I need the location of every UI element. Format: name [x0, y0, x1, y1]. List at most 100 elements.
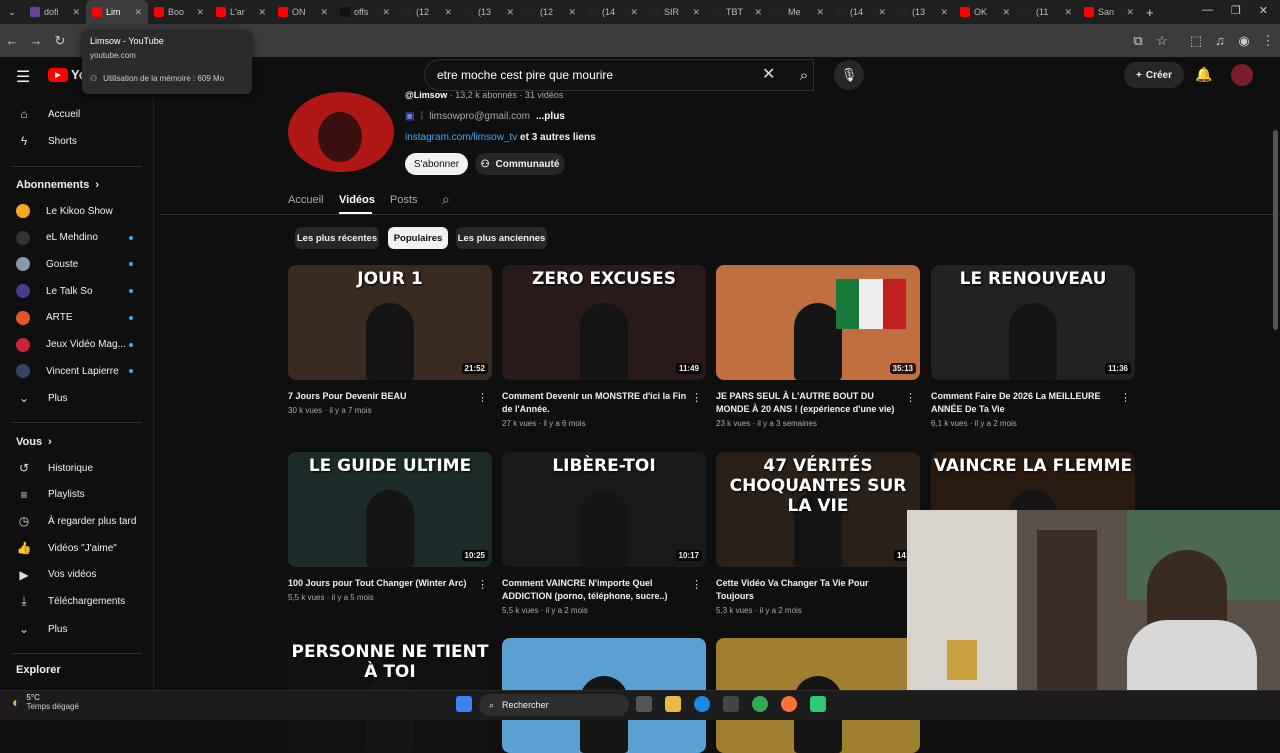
tab-close-icon[interactable]: ✕	[444, 7, 452, 18]
menu-hamburger-icon[interactable]: ☰	[16, 67, 30, 87]
video-options-icon[interactable]: ⋮	[691, 391, 702, 404]
tab-close-icon[interactable]: ✕	[1002, 7, 1010, 18]
sidebar-item[interactable]: ⌄ Plus	[0, 385, 154, 411]
tab-list-button[interactable]: ⌄	[0, 7, 24, 18]
subscriptions-heading[interactable]: Abonnements ›	[16, 179, 99, 191]
browser-tab[interactable]: (11 ✕	[1016, 0, 1078, 24]
video-options-icon[interactable]: ⋮	[691, 578, 702, 591]
browser-tab[interactable]: L'ar ✕	[210, 0, 272, 24]
tab-close-icon[interactable]: ✕	[258, 7, 266, 18]
sidebar-item[interactable]: Gouste	[0, 251, 154, 277]
microphone-icon[interactable]: 🎙	[834, 60, 864, 90]
tab-close-icon[interactable]: ✕	[816, 7, 824, 18]
sidebar-item[interactable]: 👍 Vidéos "J'aime"	[0, 535, 154, 561]
task-view-icon[interactable]	[636, 696, 652, 712]
you-heading[interactable]: Vous ›	[16, 436, 52, 448]
edge-icon[interactable]	[694, 696, 710, 712]
firefox-icon[interactable]	[781, 696, 797, 712]
video-card[interactable]: ZERO EXCUSES 11:49 Comment Devenir un MONS…	[502, 265, 706, 428]
tab-close-icon[interactable]: ✕	[754, 7, 762, 18]
community-button[interactable]: ⚇ Communauté	[475, 153, 565, 175]
bookmark-star-icon[interactable]: ☆	[1150, 33, 1174, 49]
tab-close-icon[interactable]: ✕	[940, 7, 948, 18]
video-thumbnail[interactable]: LIBÈRE-TOI 10:17	[502, 452, 706, 567]
video-options-icon[interactable]: ⋮	[477, 578, 488, 591]
video-thumbnail[interactable]: LE GUIDE ULTIME 10:25	[288, 452, 492, 567]
browser-tab[interactable]: TBT ✕	[706, 0, 768, 24]
chrome-icon[interactable]	[752, 696, 768, 712]
weather-widget[interactable]: ◐ 5°C Temps dégagé	[12, 693, 79, 711]
browser-tab[interactable]: (14 ✕	[830, 0, 892, 24]
chip-oldest[interactable]: Les plus anciennes	[456, 227, 547, 249]
tab-close-icon[interactable]: ✕	[568, 7, 576, 18]
video-options-icon[interactable]: ⋮	[905, 391, 916, 404]
video-card[interactable]: LIBÈRE-TOI 10:17 Comment VAINCRE N'importe…	[502, 452, 706, 615]
restore-icon[interactable]: ❐	[1231, 4, 1241, 17]
video-card[interactable]: LE GUIDE ULTIME 10:25 100 Jours pour Tout …	[288, 452, 492, 602]
install-app-icon[interactable]: ⧉	[1126, 33, 1150, 49]
browser-tab[interactable]: Me ✕	[768, 0, 830, 24]
chip-recent[interactable]: Les plus récentes	[295, 227, 379, 249]
tab-close-icon[interactable]: ✕	[382, 7, 390, 18]
tab-close-icon[interactable]: ✕	[320, 7, 328, 18]
video-title[interactable]: JE PARS SEUL À L'AUTRE BOUT DU MONDE À 2…	[716, 390, 920, 416]
sidebar-item[interactable]: Le Kikoo Show	[0, 198, 154, 224]
channel-search-icon[interactable]: ⌕	[442, 191, 450, 208]
tab-close-icon[interactable]: ✕	[196, 7, 204, 18]
clear-search-icon[interactable]: ✕	[762, 64, 775, 84]
browser-tab[interactable]: dofi ✕	[24, 0, 86, 24]
windows-start-icon[interactable]	[456, 696, 472, 712]
video-title[interactable]: Comment Devenir un MONSTRE d'ici la Fin …	[502, 390, 706, 416]
sidebar-item[interactable]: ⤓ Téléchargements	[0, 589, 154, 615]
sidebar-item[interactable]: ϟ Shorts	[0, 128, 154, 154]
sidebar-item[interactable]: eL Mehdino	[0, 225, 154, 251]
instagram-link[interactable]: instagram.com/limsow_tv	[405, 132, 517, 143]
tab-close-icon[interactable]: ✕	[878, 7, 886, 18]
taskbar-search[interactable]: ⌕ Rechercher	[479, 694, 629, 716]
sidebar-item[interactable]: Le Talk So	[0, 278, 154, 304]
chip-popular[interactable]: Populaires	[388, 227, 448, 249]
video-options-icon[interactable]: ⋮	[1120, 391, 1131, 404]
create-button[interactable]: + Créer	[1124, 62, 1184, 88]
video-title[interactable]: Cette Vidéo Va Changer Ta Vie Pour Toujo…	[716, 577, 920, 603]
browser-tab[interactable]: ON ✕	[272, 0, 334, 24]
video-card[interactable]: JOUR 1 21:52 7 Jours Pour Devenir BEAU 30 k…	[288, 265, 492, 415]
reload-icon[interactable]: ↻	[48, 33, 72, 49]
sidebar-item[interactable]: ⌄ Plus	[0, 616, 154, 642]
sidebar-item[interactable]: ≡ Playlists	[0, 482, 154, 508]
media-control-icon[interactable]: ♫	[1208, 33, 1232, 48]
video-thumbnail[interactable]: 47 VÉRITÉS CHOQUANTES SUR LA VIE 14:3	[716, 452, 920, 567]
other-links[interactable]: et 3 autres liens	[520, 132, 596, 143]
app-icon[interactable]	[810, 696, 826, 712]
browser-tab[interactable]: SIR ✕	[644, 0, 706, 24]
tab-close-icon[interactable]: ✕	[692, 7, 700, 18]
sidebar-item[interactable]: ▶ Vos vidéos	[0, 562, 154, 588]
browser-tab[interactable]: (13 ✕	[892, 0, 954, 24]
video-card[interactable]: 47 VÉRITÉS CHOQUANTES SUR LA VIE 14:3 Cett…	[716, 452, 920, 615]
browser-tab[interactable]: Boo ✕	[148, 0, 210, 24]
back-icon[interactable]: ←	[0, 33, 24, 48]
tab-close-icon[interactable]: ✕	[506, 7, 514, 18]
sidebar-item[interactable]: ARTE	[0, 305, 154, 331]
account-avatar[interactable]	[1231, 64, 1253, 86]
video-thumbnail[interactable]: 35:13	[716, 265, 920, 380]
video-title[interactable]: 7 Jours Pour Devenir BEAU	[288, 390, 492, 403]
minimize-icon[interactable]: —	[1202, 4, 1213, 17]
browser-tab[interactable]: (13 ✕	[458, 0, 520, 24]
browser-tab[interactable]: (12 ✕	[396, 0, 458, 24]
file-explorer-icon[interactable]	[665, 696, 681, 712]
browser-tab[interactable]: Lim ✕	[86, 0, 148, 24]
subscribe-button[interactable]: S'abonner	[405, 153, 468, 175]
browser-tab[interactable]: (14 ✕	[582, 0, 644, 24]
video-title[interactable]: Comment VAINCRE N'importe Quel ADDICTION…	[502, 577, 706, 603]
page-scrollbar[interactable]	[1273, 130, 1278, 330]
tab-accueil[interactable]: Accueil	[288, 194, 323, 206]
sidebar-item[interactable]: ◷ À regarder plus tard	[0, 508, 154, 534]
close-window-icon[interactable]: ✕	[1259, 4, 1268, 17]
forward-icon[interactable]: →	[24, 33, 48, 48]
tab-close-icon[interactable]: ✕	[1126, 7, 1134, 18]
tab-close-icon[interactable]: ✕	[1064, 7, 1072, 18]
browser-tab[interactable]: OK ✕	[954, 0, 1016, 24]
tab-close-icon[interactable]: ✕	[630, 7, 638, 18]
more-description-link[interactable]: ...plus	[536, 111, 565, 122]
